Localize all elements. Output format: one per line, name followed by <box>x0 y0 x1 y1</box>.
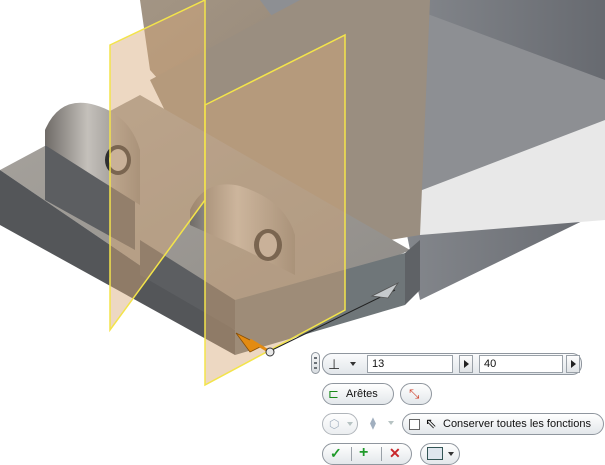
keep-all-features-option[interactable]: ⇖ Conserver toutes les fonctions <box>402 413 604 435</box>
keep-all-features-label: Conserver toutes les fonctions <box>443 418 591 430</box>
chevron-down-icon <box>448 452 454 456</box>
action-buttons-group: ✓ + ✕ <box>322 443 412 465</box>
solid-dropdown[interactable]: ⬡ <box>322 413 358 435</box>
keep-all-features-checkbox[interactable] <box>409 419 420 430</box>
flip-direction-button[interactable]: ⤡ <box>400 383 432 405</box>
edge-select-icon: ⊏ <box>328 386 339 401</box>
solid-body-icon: ⬡ <box>329 417 340 431</box>
chevron-down-icon <box>388 421 394 425</box>
direction-dropdown[interactable]: ⊥ <box>326 355 360 373</box>
divider <box>351 447 352 461</box>
edges-button[interactable]: ⊏ Arêtes <box>322 383 394 405</box>
flip-icon: ⤡ <box>409 386 420 401</box>
feature-dropdown[interactable]: ⧫ <box>364 413 400 435</box>
direction-value-arrow[interactable] <box>459 355 473 373</box>
3d-viewport[interactable] <box>0 0 605 465</box>
distance-value-field[interactable]: 40 <box>479 355 563 373</box>
dialog-icon <box>427 447 443 460</box>
apply-icon[interactable]: + <box>359 444 368 462</box>
edges-label: Arêtes <box>346 388 378 400</box>
divider <box>381 447 382 461</box>
direction-value-field[interactable]: 13 <box>367 355 453 373</box>
mini-toolbar-grip[interactable] <box>311 352 320 374</box>
direction-icon: ⊥ <box>328 356 341 372</box>
ok-icon[interactable]: ✓ <box>330 445 342 462</box>
cancel-icon[interactable]: ✕ <box>389 445 401 462</box>
chevron-down-icon <box>350 362 356 366</box>
feature-icon: ⧫ <box>370 416 376 430</box>
distance-value-arrow[interactable] <box>566 355 580 373</box>
chevron-down-icon <box>347 422 353 426</box>
dialog-options-dropdown[interactable] <box>420 443 460 465</box>
pointer-cursor-icon: ⇖ <box>425 415 437 431</box>
